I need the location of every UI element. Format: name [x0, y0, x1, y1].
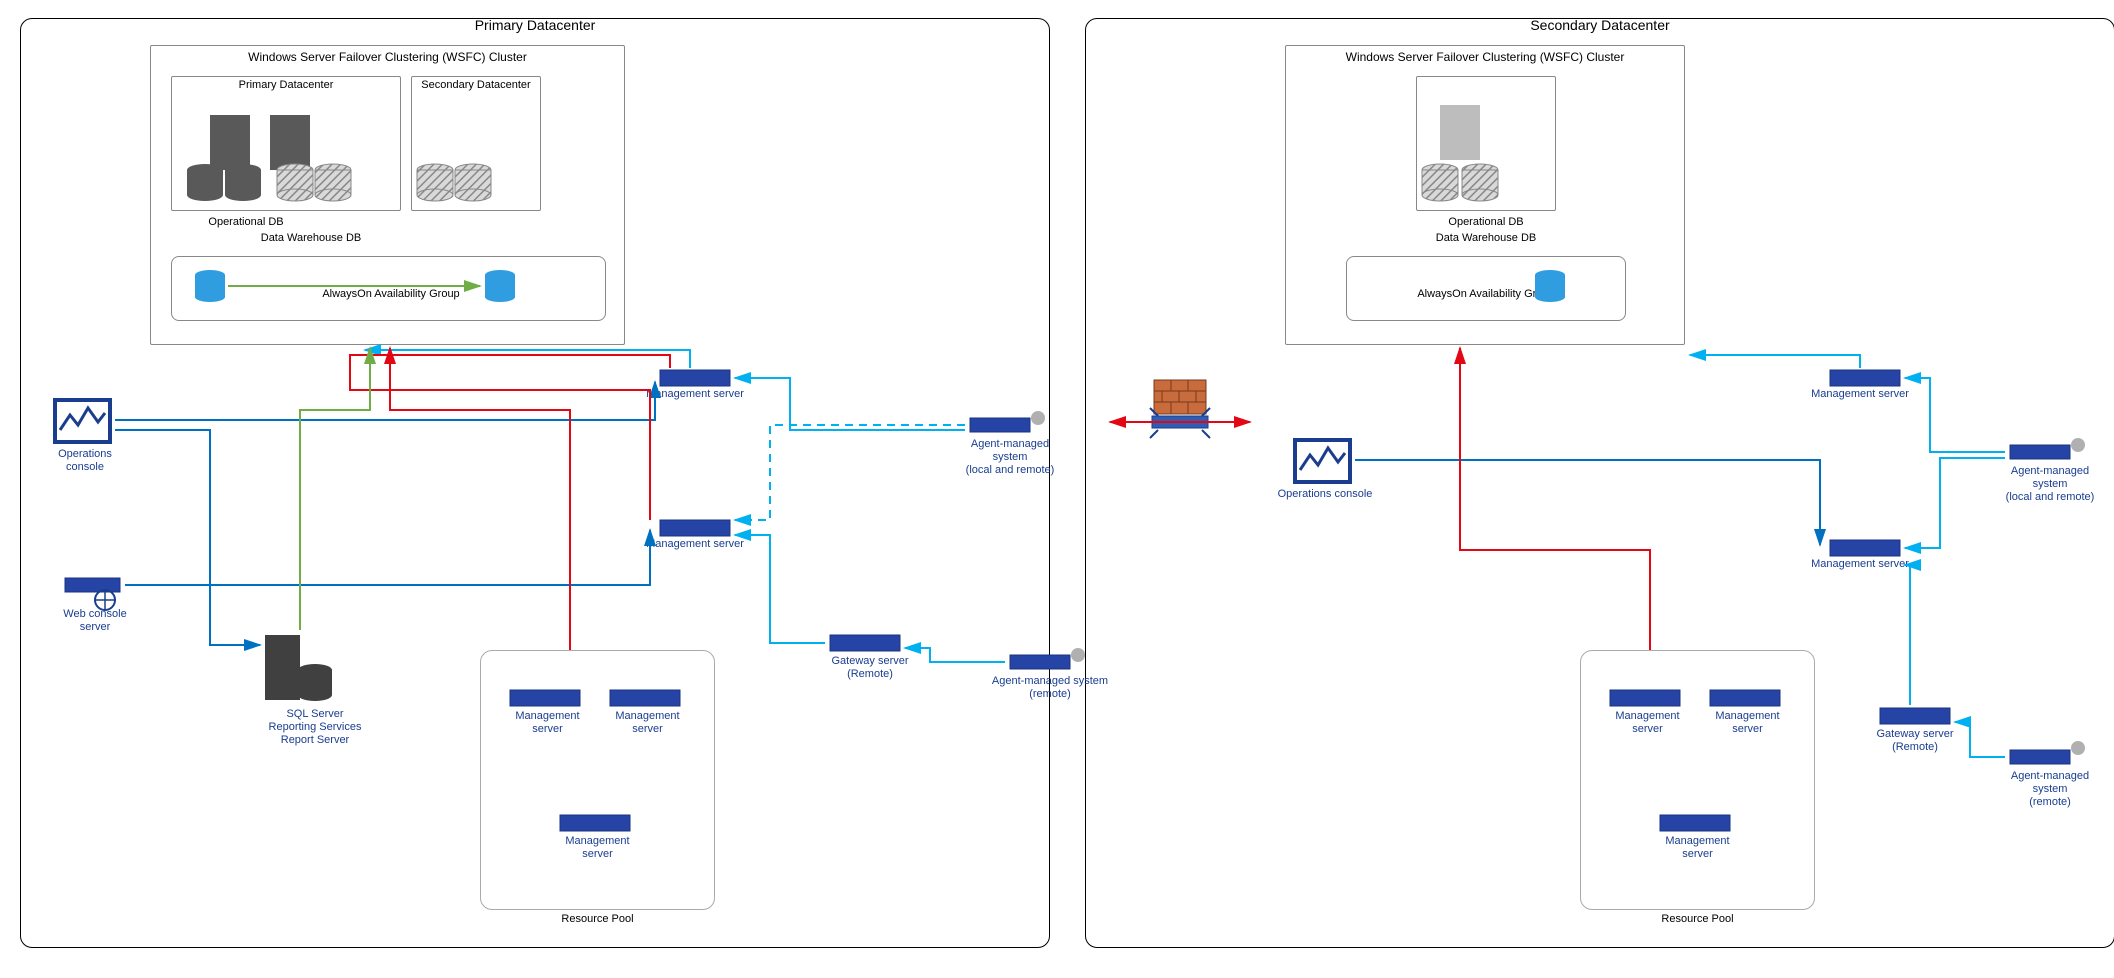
primary-wsfc-secondary-sub-title: Secondary Datacenter [412, 79, 540, 91]
secondary-gateway-label: Gateway server (Remote) [1855, 728, 1975, 754]
diagram-stage: Primary Datacenter Secondary Datacenter … [10, 10, 2114, 968]
primary-dc-title: Primary Datacenter [475, 17, 596, 33]
primary-agent-remote-label: Agent-managed system (remote) [990, 675, 1110, 701]
primary-resource-pool-title: Resource Pool [480, 913, 715, 925]
primary-operational-db-label: Operational DB [171, 216, 321, 228]
primary-ms1-label: Management server [640, 388, 750, 401]
primary-datawarehouse-db-label: Data Warehouse DB [211, 232, 411, 244]
primary-web-console-label: Web console server [50, 608, 140, 634]
secondary-resource-pool-title: Resource Pool [1580, 913, 1815, 925]
primary-resource-pool-box [480, 650, 715, 910]
secondary-wsfc-title: Windows Server Failover Clustering (WSFC… [1286, 50, 1684, 64]
secondary-agent-local-remote-label: Agent-managed system (local and remote) [1995, 465, 2105, 505]
secondary-resource-pool-box [1580, 650, 1815, 910]
primary-alwayson-label: AlwaysOn Availability Group [301, 288, 481, 300]
primary-sql-report-label: SQL Server Reporting Services Report Ser… [245, 708, 385, 748]
primary-operations-console-label: Operations console [40, 448, 130, 474]
secondary-wsfc-sub [1416, 76, 1556, 211]
secondary-operational-db-label: Operational DB [1416, 216, 1556, 228]
primary-rp-ms1-label: Management server [500, 710, 595, 736]
primary-agent-local-remote-label: Agent-managed system (local and remote) [955, 438, 1065, 478]
secondary-rp-ms1-label: Management server [1600, 710, 1695, 736]
secondary-wsfc-box: Windows Server Failover Clustering (WSFC… [1285, 45, 1685, 345]
primary-wsfc-primary-sub: Primary Datacenter [171, 76, 401, 211]
primary-wsfc-title: Windows Server Failover Clustering (WSFC… [151, 50, 624, 64]
primary-rp-ms3-label: Management server [550, 835, 645, 861]
secondary-alwayson-label: AlwaysOn Availability Group [1396, 288, 1576, 300]
secondary-operations-console-label: Operations console [1270, 488, 1380, 501]
secondary-agent-remote-label: Agent-managed system (remote) [1995, 770, 2105, 810]
primary-wsfc-primary-sub-title: Primary Datacenter [172, 79, 400, 91]
secondary-ms1-label: Management server [1805, 388, 1915, 401]
secondary-dc-title: Secondary Datacenter [1530, 17, 1669, 33]
secondary-rp-ms2-label: Management server [1700, 710, 1795, 736]
secondary-ms2-label: Management server [1805, 558, 1915, 571]
secondary-rp-ms3-label: Management server [1650, 835, 1745, 861]
primary-ms2-label: Management server [640, 538, 750, 551]
secondary-datawarehouse-db-label: Data Warehouse DB [1416, 232, 1556, 244]
primary-rp-ms2-label: Management server [600, 710, 695, 736]
primary-gateway-label: Gateway server (Remote) [810, 655, 930, 681]
primary-wsfc-box: Windows Server Failover Clustering (WSFC… [150, 45, 625, 345]
primary-wsfc-secondary-sub: Secondary Datacenter [411, 76, 541, 211]
